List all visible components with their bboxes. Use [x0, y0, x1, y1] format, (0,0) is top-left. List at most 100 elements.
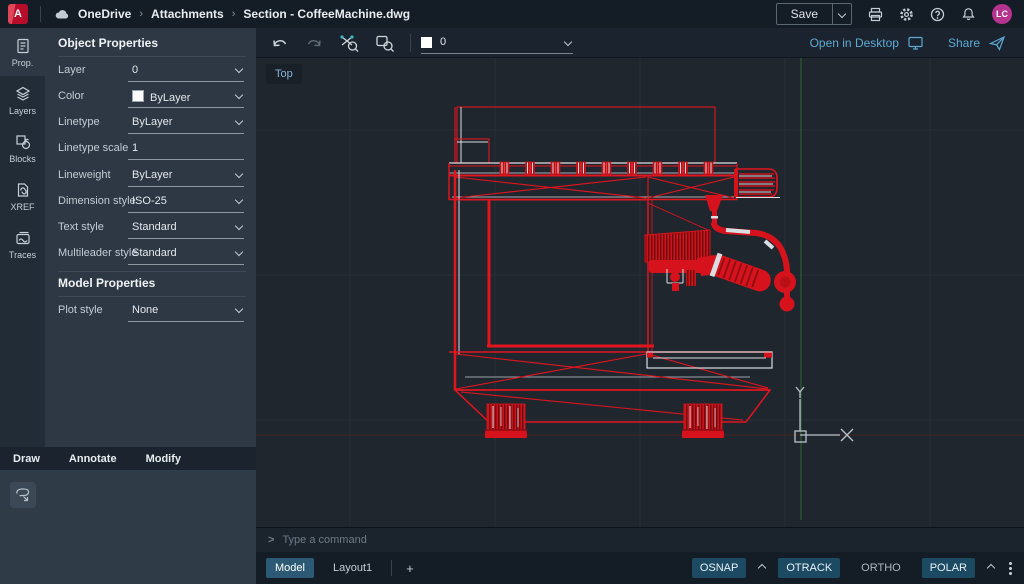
dimension-style-select[interactable]: ISO-25: [128, 191, 244, 213]
osnap-toggle[interactable]: OSNAP: [692, 558, 747, 578]
tab-layout1[interactable]: Layout1: [324, 558, 381, 578]
model-properties-header: Model Properties: [58, 276, 155, 290]
prop-label: Layer: [58, 64, 86, 76]
divider: [391, 560, 392, 576]
linetype-scale-input[interactable]: 1: [128, 138, 244, 160]
prop-label: Text style: [58, 221, 104, 233]
lineweight-select[interactable]: ByLayer: [128, 165, 244, 187]
layer-dropdown-value: 0: [440, 36, 446, 48]
breadcrumb-separator: ›: [232, 8, 236, 20]
tab-model[interactable]: Model: [266, 558, 314, 578]
coffee-machine-drawing: [256, 58, 1024, 527]
sidebar-item-label: Layers: [9, 106, 36, 116]
command-bar[interactable]: > Type a command: [256, 527, 1024, 552]
sidebar-item-label: XREF: [10, 202, 34, 212]
breadcrumb-folder[interactable]: Attachments: [151, 7, 224, 21]
prop-value: ByLayer: [150, 92, 190, 104]
prop-label: Linetype scale: [58, 142, 128, 154]
divider: [58, 296, 246, 297]
sidebar-item-layers[interactable]: Layers: [0, 76, 45, 124]
divider: [410, 34, 411, 52]
chevron-down-icon: [564, 38, 572, 46]
linetype-select[interactable]: ByLayer: [128, 112, 244, 134]
layers-icon: [14, 85, 32, 103]
prop-row-dimension-style: Dimension style ISO-25: [58, 191, 246, 213]
chevron-down-icon: [235, 196, 243, 204]
ortho-toggle[interactable]: ORTHO: [853, 558, 909, 578]
user-avatar[interactable]: LC: [992, 4, 1012, 24]
polar-options-chevron-icon[interactable]: [987, 564, 995, 572]
select-lasso-tool-button[interactable]: [10, 482, 36, 508]
prop-row-layer: Layer 0: [58, 60, 246, 82]
tab-draw[interactable]: Draw: [13, 453, 40, 465]
divider: [40, 6, 41, 22]
save-split-button: Save: [776, 3, 852, 25]
prop-row-lineweight: Lineweight ByLayer: [58, 165, 246, 187]
desktop-monitor-icon[interactable]: [907, 35, 924, 51]
tab-modify[interactable]: Modify: [146, 453, 181, 465]
avatar-initials: LC: [996, 9, 1008, 19]
sidebar-item-xref[interactable]: XREF: [0, 172, 45, 220]
color-select[interactable]: ByLayer: [128, 86, 244, 108]
multileader-style-select[interactable]: Standard: [128, 243, 244, 265]
osnap-options-chevron-icon[interactable]: [758, 564, 766, 572]
traces-icon: [14, 229, 32, 247]
prop-label: Multileader style: [58, 247, 137, 259]
print-icon[interactable]: [868, 7, 883, 22]
sidebar-item-label: Prop.: [12, 58, 34, 68]
sidebar-item-blocks[interactable]: Blocks: [0, 124, 45, 172]
draw-tool-panel: [0, 470, 256, 584]
drawing-canvas[interactable]: Top: [256, 58, 1024, 527]
open-in-desktop-button[interactable]: Open in Desktop: [810, 36, 899, 50]
object-properties-header: Object Properties: [58, 36, 158, 50]
more-options-kebab-icon[interactable]: [1009, 562, 1012, 575]
zoom-extents-button[interactable]: [338, 33, 360, 53]
notifications-bell-icon[interactable]: [961, 7, 976, 22]
otrack-toggle[interactable]: OTRACK: [778, 558, 840, 578]
view-cube-badge[interactable]: Top: [266, 64, 302, 84]
sidebar-item-label: Blocks: [9, 154, 36, 164]
sidebar-item-traces[interactable]: Traces: [0, 220, 45, 268]
save-button[interactable]: Save: [777, 4, 832, 24]
properties-panel: Object Properties Layer 0 Color ByLayer …: [45, 28, 256, 447]
prop-row-text-style: Text style Standard: [58, 217, 246, 239]
prop-label: Linetype: [58, 116, 100, 128]
layer-color-swatch: [421, 37, 432, 48]
settings-gear-icon[interactable]: [899, 7, 914, 22]
breadcrumb-drive[interactable]: OneDrive: [78, 7, 131, 21]
prop-row-multileader-style: Multileader style Standard: [58, 243, 246, 265]
prop-label: Color: [58, 90, 84, 102]
layer-dropdown[interactable]: 0: [421, 31, 573, 54]
chevron-down-icon: [235, 117, 243, 125]
text-style-select[interactable]: Standard: [128, 217, 244, 239]
portafilter: [697, 251, 796, 296]
autocad-logo[interactable]: A: [8, 4, 28, 24]
polar-toggle[interactable]: POLAR: [922, 558, 975, 578]
help-icon[interactable]: [930, 7, 945, 22]
lasso-select-icon: [13, 485, 33, 505]
breadcrumb-file: Section - CoffeeMachine.dwg: [243, 7, 410, 21]
layer-select[interactable]: 0: [128, 60, 244, 82]
share-paper-plane-icon[interactable]: [988, 35, 1006, 51]
status-bar: Model Layout1 + OSNAP OTRACK ORTHO POLAR: [256, 552, 1024, 584]
undo-button[interactable]: [270, 35, 290, 51]
blocks-icon: [14, 133, 32, 151]
tab-annotate[interactable]: Annotate: [69, 453, 117, 465]
save-dropdown-button[interactable]: [832, 4, 851, 24]
redo-button[interactable]: [304, 35, 324, 51]
divider: [58, 271, 246, 272]
add-layout-button[interactable]: +: [406, 561, 414, 576]
sidebar-item-properties[interactable]: Prop.: [0, 28, 45, 76]
chevron-down-icon: [235, 248, 243, 256]
share-button[interactable]: Share: [948, 36, 980, 50]
top-bar: A OneDrive › Attachments › Section - Cof…: [0, 0, 1024, 28]
sidebar-item-label: Traces: [9, 250, 36, 260]
command-input-placeholder: Type a command: [282, 534, 366, 546]
zoom-window-button[interactable]: [374, 33, 396, 53]
xref-icon: [14, 181, 32, 199]
ribbon-tab-bar: Draw Annotate Modify: [0, 447, 256, 470]
prop-row-plot-style: Plot style None: [58, 300, 246, 322]
chevron-down-icon: [235, 65, 243, 73]
plot-style-select[interactable]: None: [128, 300, 244, 322]
ucs-y-label: [796, 387, 804, 398]
